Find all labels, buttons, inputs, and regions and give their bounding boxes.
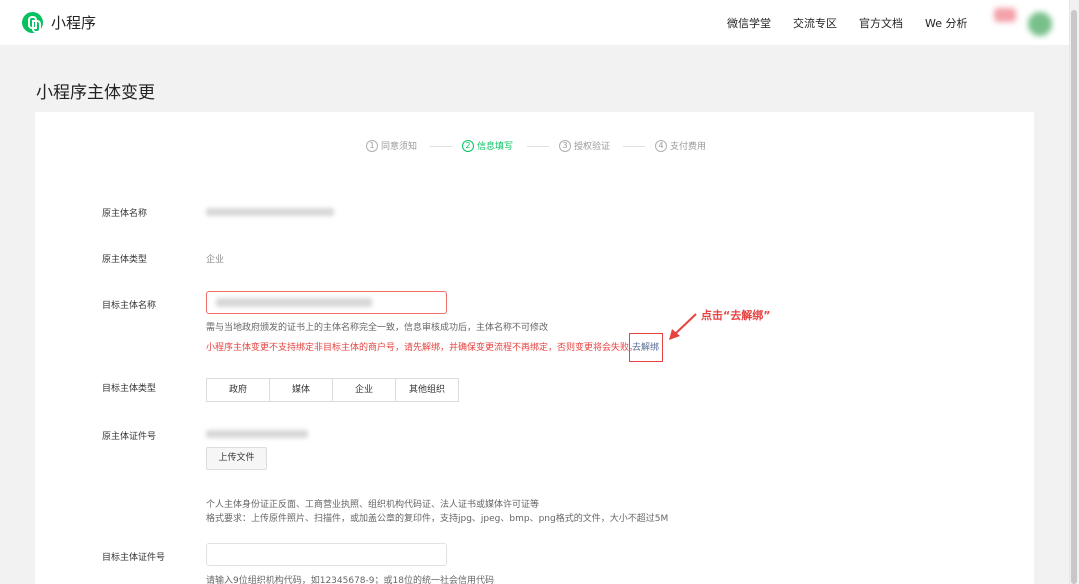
target-cert-label: 目标主体证件号 [102, 553, 166, 563]
step-2: 2 信息填写 [462, 139, 513, 152]
target-cert-input[interactable] [206, 543, 447, 566]
upload-file-button[interactable]: 上传文件 [206, 447, 267, 470]
notification-icon[interactable] [994, 8, 1016, 22]
nav-item-community[interactable]: 交流专区 [793, 15, 837, 31]
avatar[interactable] [1028, 12, 1052, 36]
target-type-option-government[interactable]: 政府 [206, 378, 270, 402]
orig-type-value: 企业 [206, 255, 225, 265]
orig-cert-value-redacted [206, 430, 308, 438]
target-name-hint: 需与当地政府颁发的证书上的主体名称完全一致，信息审核成功后，主体名称不可修改 [206, 323, 549, 333]
unbind-link[interactable]: 去解绑 [632, 340, 659, 353]
scrollbar-thumb[interactable] [1071, 10, 1077, 584]
target-name-warning: 小程序主体变更不支持绑定非目标主体的商户号，请先解绑，并确保变更流程不再绑定，否… [206, 343, 639, 353]
step-connector [430, 146, 452, 147]
orig-name-value-redacted [206, 208, 334, 216]
step-4: 4 支付费用 [655, 139, 706, 152]
logo[interactable]: 小程序 [22, 12, 96, 33]
nav-item-docs[interactable]: 官方文档 [859, 15, 903, 31]
step-2-label: 信息填写 [477, 142, 514, 152]
target-type-label: 目标主体类型 [102, 384, 157, 394]
nav-item-we-analytics[interactable]: We 分析 [925, 15, 968, 31]
orig-cert-label: 原主体证件号 [102, 432, 157, 442]
target-type-selector: 政府 媒体 企业 其他组织 [206, 378, 459, 402]
step-1: 1 同意须知 [366, 139, 417, 152]
account-area[interactable] [990, 6, 1056, 40]
nav-item-academy[interactable]: 微信学堂 [727, 15, 771, 31]
orig-name-label: 原主体名称 [102, 209, 148, 219]
upload-hint-1: 个人主体身份证正反面、工商营业执照、组织机构代码证、法人证书或媒体许可证等 [206, 500, 540, 510]
step-1-label: 同意须知 [381, 142, 418, 152]
step-3: 3 授权验证 [559, 139, 610, 152]
upload-hint-2: 格式要求：上传原件照片、扫描件，或加盖公章的复印件，支持jpg、jpeg、bmp… [206, 514, 669, 524]
annotation-arrow-icon [669, 313, 697, 340]
target-name-label: 目标主体名称 [102, 301, 157, 311]
target-type-option-media[interactable]: 媒体 [269, 378, 333, 402]
step-connector [527, 146, 549, 147]
logo-text: 小程序 [51, 14, 97, 32]
top-bar [0, 0, 1069, 45]
target-type-option-enterprise[interactable]: 企业 [332, 378, 396, 402]
step-4-label: 支付费用 [670, 142, 707, 152]
step-indicator: 1 同意须知 2 信息填写 3 授权验证 4 支付费用 [0, 139, 1079, 153]
page-title: 小程序主体变更 [36, 83, 155, 103]
target-name-value-redacted [216, 298, 372, 307]
target-type-option-other[interactable]: 其他组织 [395, 378, 459, 402]
orig-type-label: 原主体类型 [102, 255, 148, 265]
annotation-text: 点击“去解绑” [701, 309, 771, 322]
step-connector [623, 146, 645, 147]
miniprogram-logo-icon [22, 12, 43, 33]
target-cert-hint: 请输入9位组织机构代码，如12345678-9；或18位的统一社会信用代码 [206, 576, 494, 584]
step-3-label: 授权验证 [574, 142, 611, 152]
